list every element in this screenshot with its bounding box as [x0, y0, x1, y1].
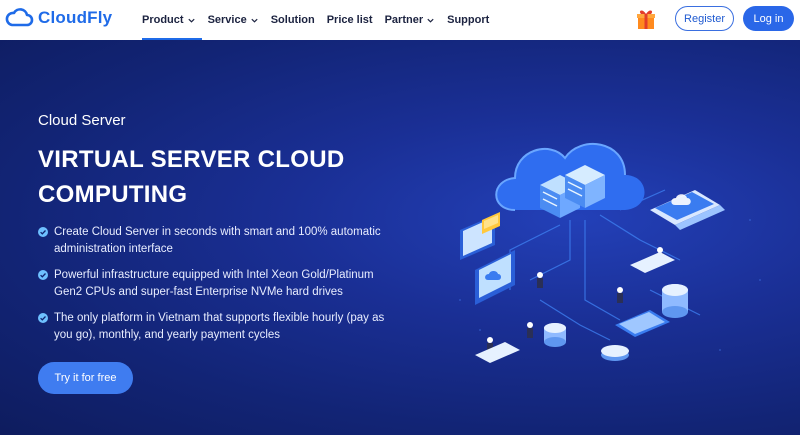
cloud-logo-icon: [5, 8, 34, 27]
nav-item-partner[interactable]: Partner: [385, 0, 436, 40]
nav-item-solution[interactable]: Solution: [271, 0, 315, 40]
nav-item-support[interactable]: Support: [447, 0, 489, 40]
chevron-down-icon: [427, 18, 434, 23]
list-item: Create Cloud Server in seconds with smar…: [38, 224, 398, 258]
nav-label: Product: [142, 14, 184, 26]
nav-label: Partner: [384, 14, 424, 26]
register-button[interactable]: Register: [675, 6, 734, 31]
nav-label: Price list: [326, 14, 373, 26]
feature-text: Powerful infrastructure equipped with In…: [54, 269, 374, 298]
gift-icon[interactable]: [634, 7, 658, 31]
brand-logo[interactable]: CloudFly: [4, 6, 112, 30]
cloud-server-illustration: [459, 143, 761, 363]
nav-item-price-list[interactable]: Price list: [327, 0, 373, 40]
nav-item-service[interactable]: Service: [208, 0, 259, 40]
main-nav: Product Service Solution Price list Part…: [142, 0, 501, 40]
feature-list: Create Cloud Server in seconds with smar…: [38, 224, 398, 353]
list-item: The only platform in Vietnam that suppor…: [38, 310, 398, 344]
nav-item-product[interactable]: Product: [142, 0, 202, 40]
hero-section: Cloud Server VIRTUAL SERVER CLOUD COMPUT…: [0, 40, 800, 435]
try-free-button[interactable]: Try it for free: [38, 362, 133, 394]
check-circle-icon: [38, 270, 48, 280]
chevron-down-icon: [187, 18, 195, 23]
login-button[interactable]: Log in: [743, 6, 794, 31]
chevron-down-icon: [251, 18, 258, 23]
hero-subtitle: Cloud Server: [38, 112, 126, 129]
brand-name: CloudFly: [38, 8, 113, 27]
nav-label: Support: [447, 14, 490, 26]
top-navbar: CloudFly Product Service Solution Price …: [0, 0, 800, 40]
feature-text: The only platform in Vietnam that suppor…: [54, 312, 385, 341]
check-circle-icon: [38, 313, 48, 323]
nav-label: Service: [207, 14, 247, 26]
nav-label: Solution: [270, 14, 315, 26]
check-circle-icon: [38, 227, 48, 237]
hero-title: VIRTUAL SERVER CLOUD COMPUTING: [38, 146, 345, 208]
list-item: Powerful infrastructure equipped with In…: [38, 267, 398, 301]
feature-text: Create Cloud Server in seconds with smar…: [54, 226, 381, 255]
